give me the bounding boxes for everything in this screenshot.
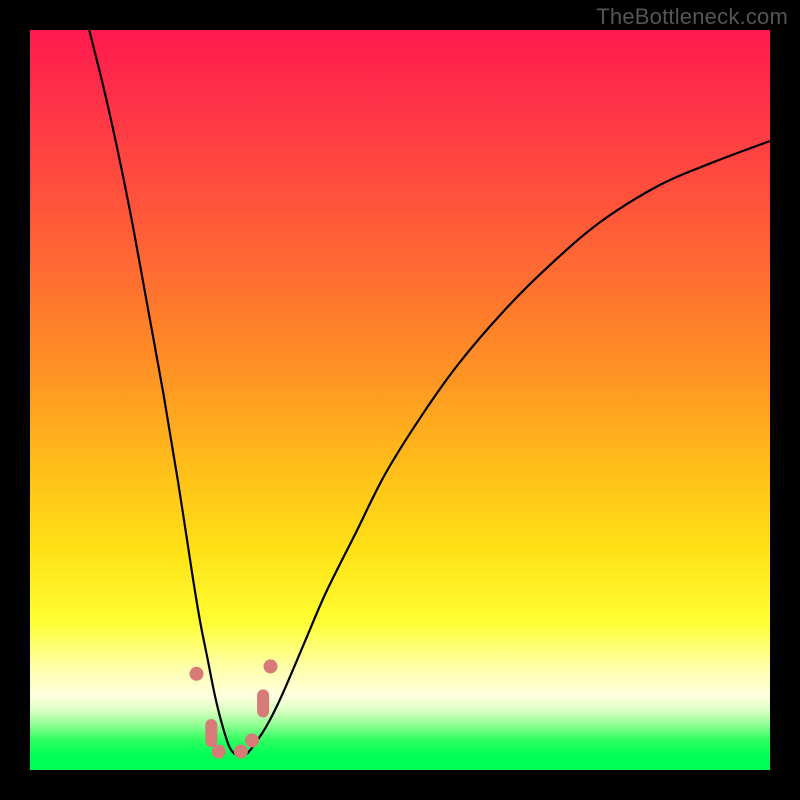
marker-dot (264, 659, 278, 673)
marker-dot (234, 745, 248, 759)
marker-capsule (257, 689, 269, 717)
watermark-text: TheBottleneck.com (596, 4, 788, 30)
curve-path (89, 30, 770, 756)
bottleneck-curve (30, 30, 770, 770)
marker-dot (212, 745, 226, 759)
marker-dot (190, 667, 204, 681)
marker-capsule (205, 719, 217, 747)
bottleneck-plot (30, 30, 770, 770)
marker-dot (245, 733, 259, 747)
curve-markers (190, 659, 278, 758)
